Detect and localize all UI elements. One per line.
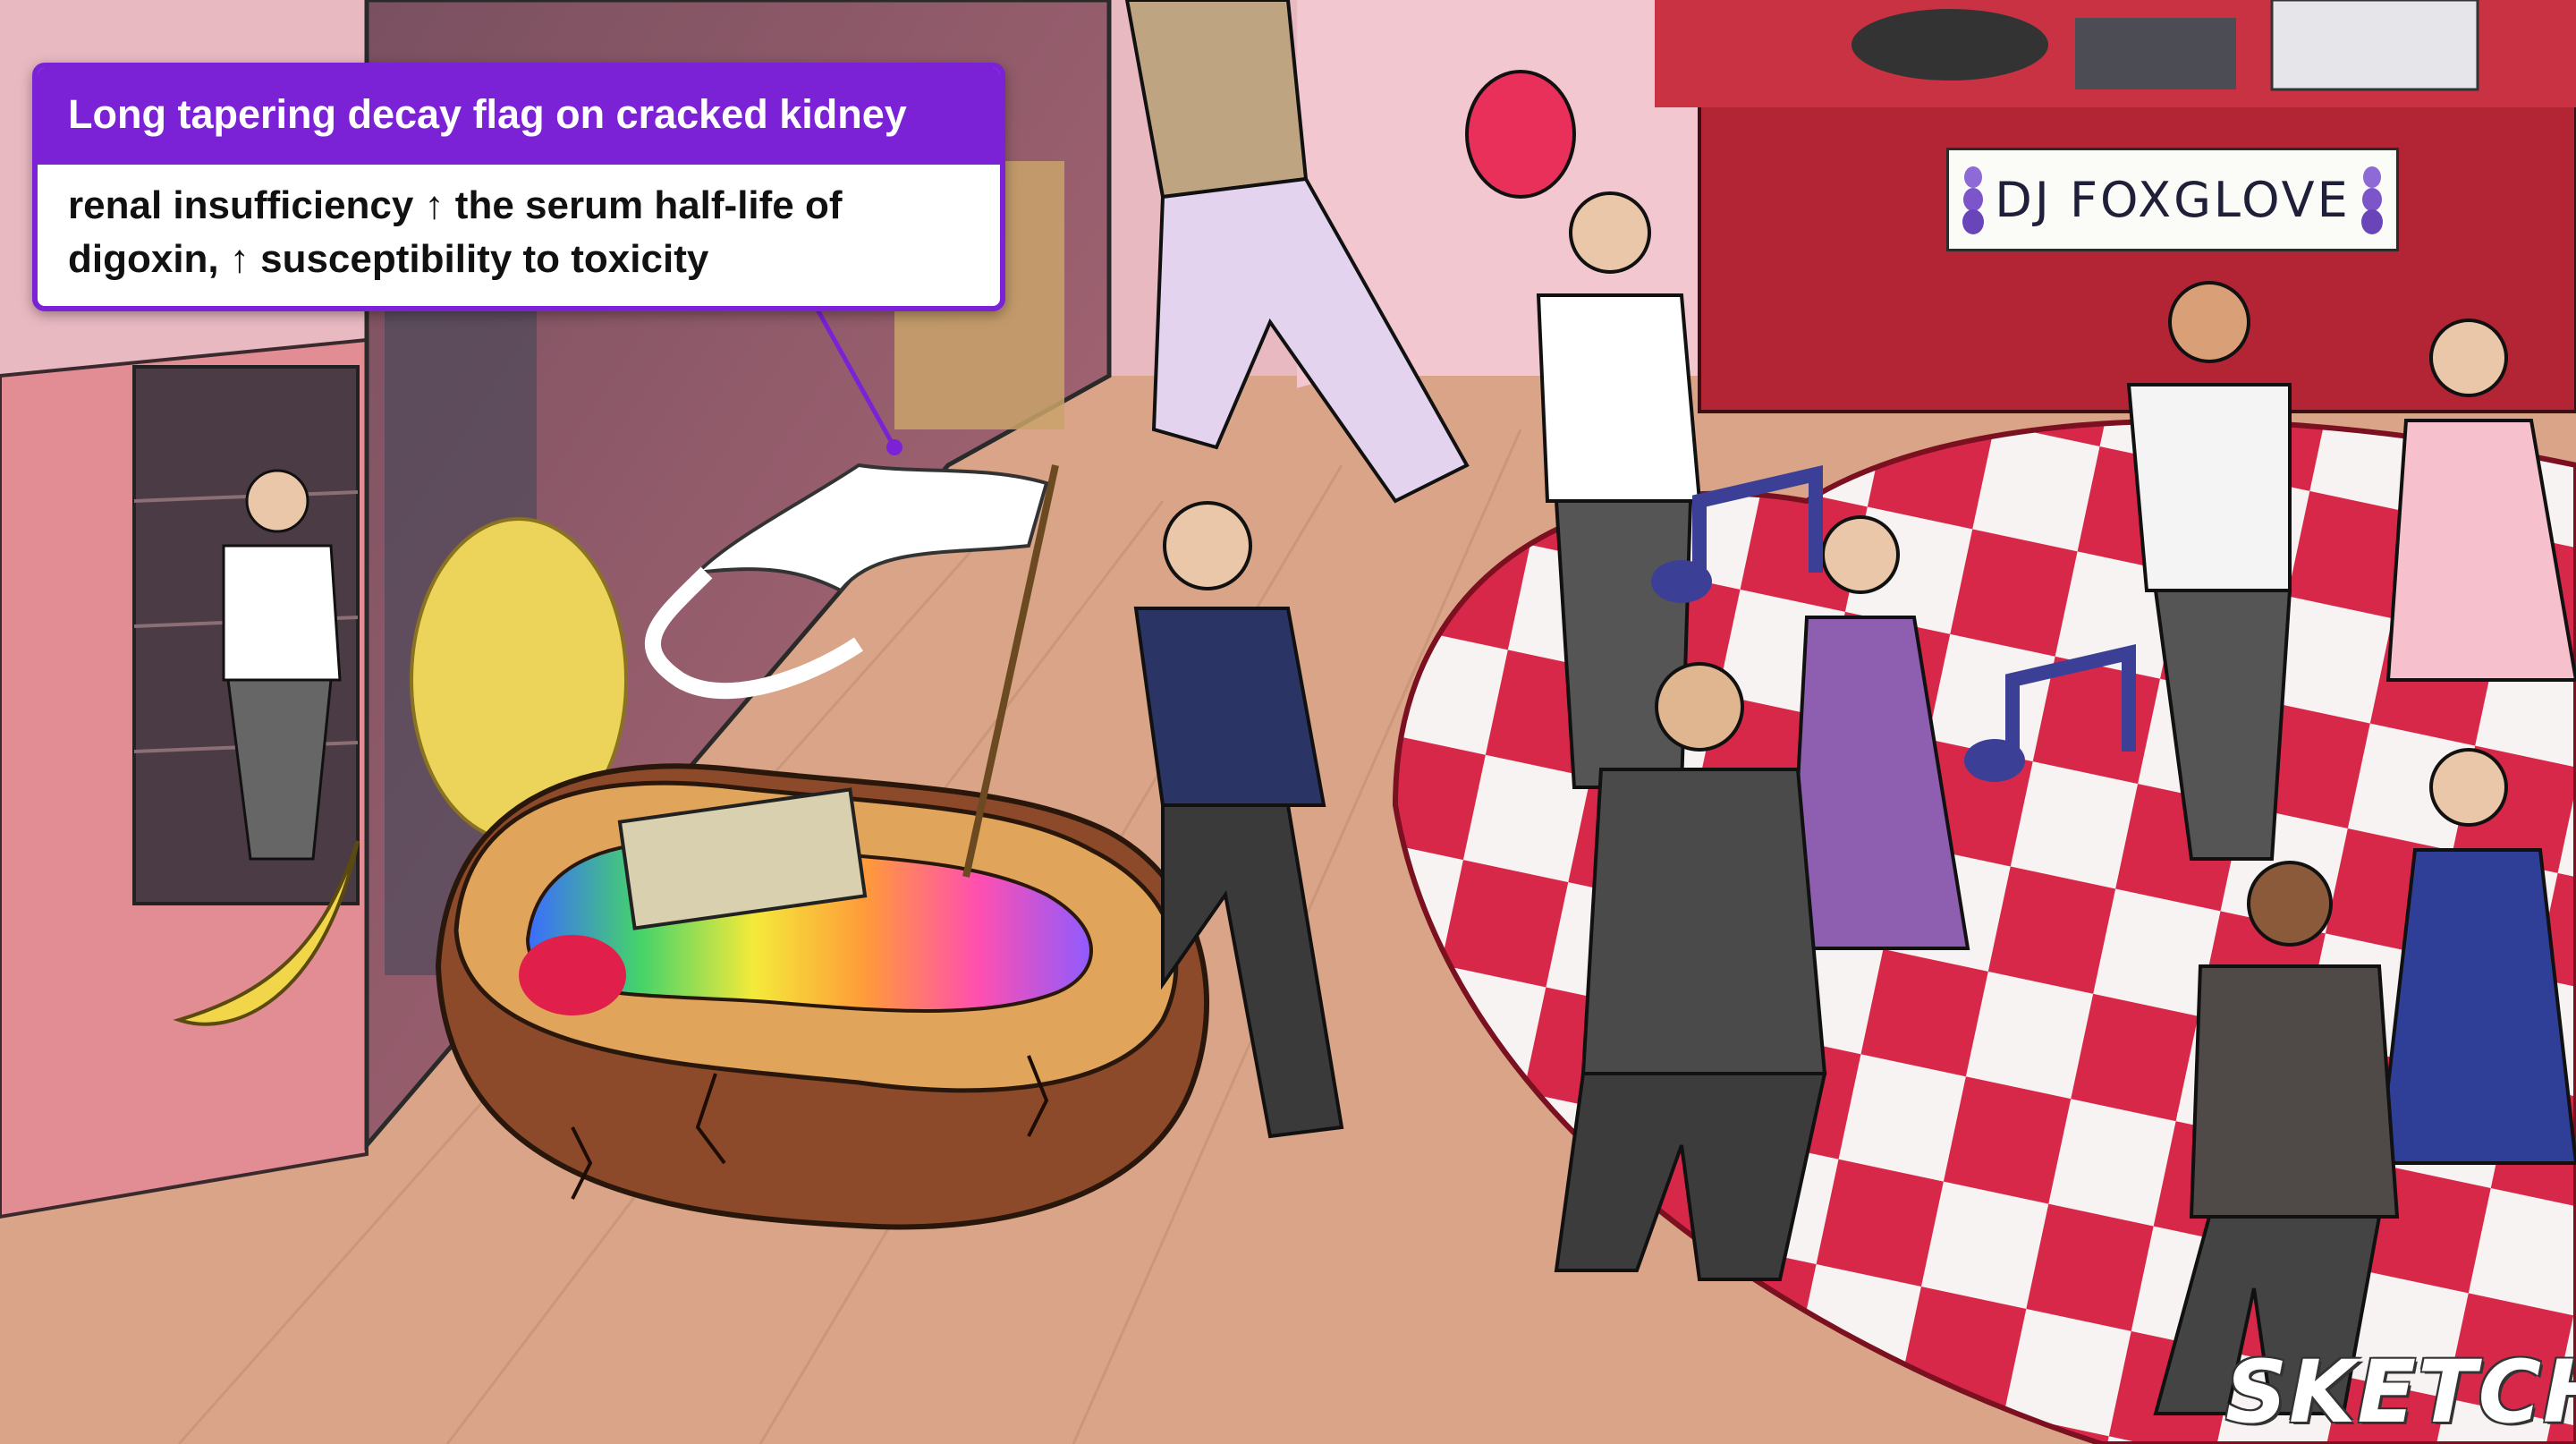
callout-title: Long tapering decay flag on cracked kidn… <box>38 68 1000 165</box>
dj-sign-text: DJ FOXGLOVE <box>1995 171 2351 228</box>
laptop <box>2270 0 2479 91</box>
callout-pointer-dot <box>886 439 902 455</box>
dj-sign: DJ FOXGLOVE <box>1946 148 2399 251</box>
sketchy-logo: SKETCHY <box>2225 1342 2576 1442</box>
turntable <box>1852 9 2048 81</box>
foxglove-flower-icon <box>1962 166 1984 234</box>
foxglove-flower-icon <box>2361 166 2383 234</box>
fact-callout: Long tapering decay flag on cracked kidn… <box>32 63 1005 311</box>
music-note-head <box>1651 560 1712 603</box>
callout-body: renal insufficiency ↑ the serum half-lif… <box>68 183 843 281</box>
kidney-red-core <box>519 935 626 1015</box>
music-note-head <box>1964 739 2025 782</box>
mixer <box>2075 18 2236 89</box>
heart-balloon <box>1465 70 1576 199</box>
